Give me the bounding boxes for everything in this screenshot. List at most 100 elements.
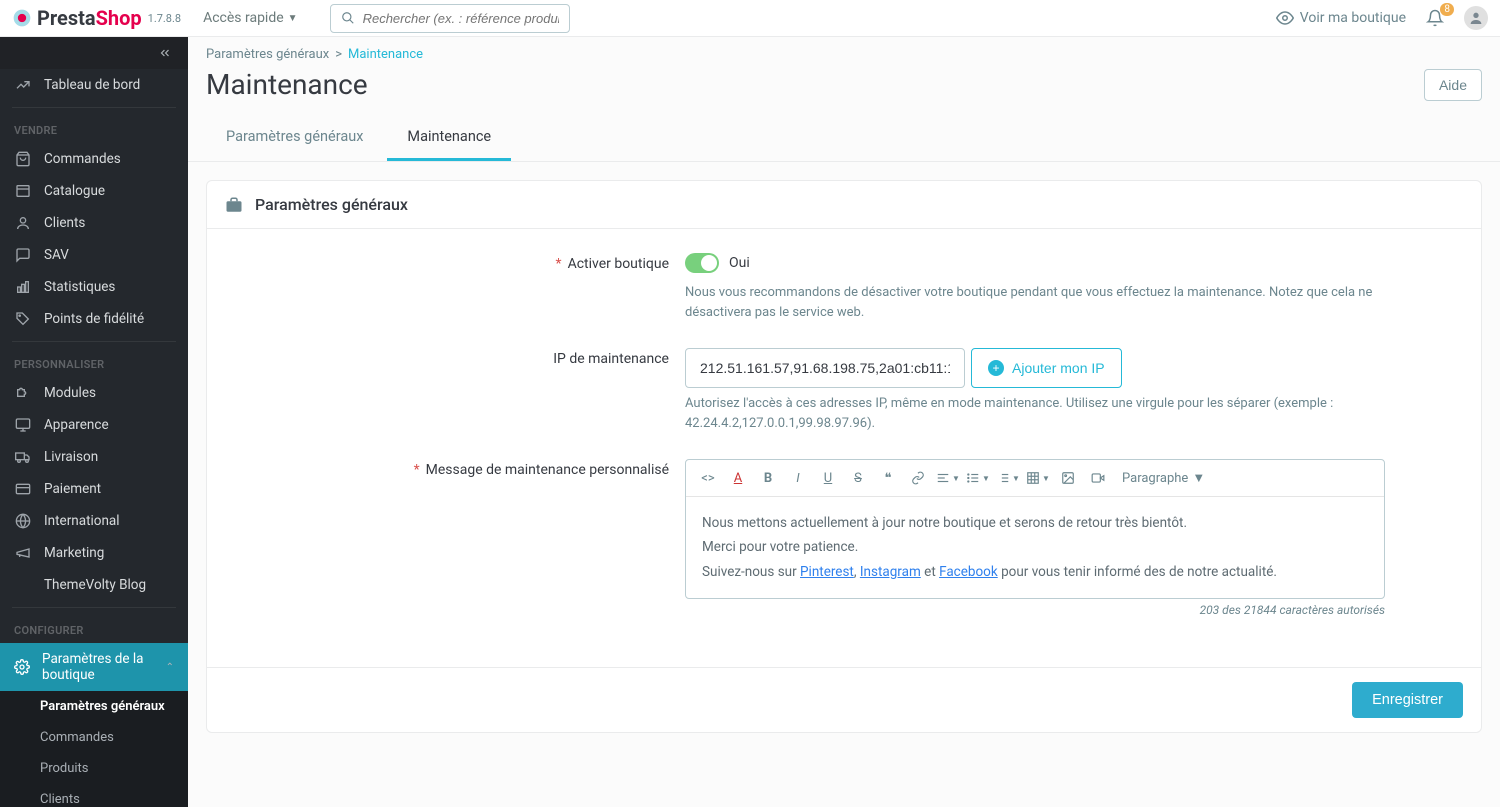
quote-icon[interactable]: ❝ bbox=[876, 466, 900, 490]
align-icon[interactable]: ▼ bbox=[936, 466, 960, 490]
view-shop-label: Voir ma boutique bbox=[1300, 10, 1406, 26]
view-shop-link[interactable]: Voir ma boutique bbox=[1276, 9, 1406, 27]
breadcrumb-sep: > bbox=[335, 47, 342, 62]
eye-icon bbox=[1276, 9, 1294, 27]
sidebar-item-marketing[interactable]: Marketing bbox=[0, 537, 188, 569]
save-button[interactable]: Enregistrer bbox=[1352, 682, 1463, 718]
brand-logo[interactable]: PrestaShop bbox=[12, 6, 142, 30]
search-input[interactable] bbox=[363, 11, 559, 26]
underline-icon[interactable]: U bbox=[816, 466, 840, 490]
msg-line1: Nous mettons actuellement à jour notre b… bbox=[702, 511, 1368, 535]
avatar-icon bbox=[1468, 10, 1484, 26]
monitor-icon bbox=[14, 417, 32, 433]
sidebar-label: International bbox=[44, 513, 120, 529]
notifications-button[interactable]: 8 bbox=[1426, 9, 1444, 27]
sidebar-label: Livraison bbox=[44, 449, 98, 465]
row-maintenance-ip: IP de maintenance + Ajouter mon IP Autor… bbox=[225, 348, 1463, 433]
add-ip-label: Ajouter mon IP bbox=[1012, 360, 1105, 376]
msg-line3: Suivez-nous sur Pinterest, Instagram et … bbox=[702, 560, 1368, 584]
sidebar-label: Apparence bbox=[44, 417, 109, 433]
strike-icon[interactable]: S bbox=[846, 466, 870, 490]
sidebar-item-sav[interactable]: SAV bbox=[0, 239, 188, 271]
sidebar-item-clients[interactable]: Clients bbox=[0, 207, 188, 239]
code-icon[interactable]: <> bbox=[696, 466, 720, 490]
sidebar-group-config: CONFIGURER bbox=[0, 614, 188, 643]
text-color-icon[interactable]: A bbox=[726, 466, 750, 490]
panel-header: Paramètres généraux bbox=[207, 181, 1481, 229]
link-instagram[interactable]: Instagram bbox=[860, 564, 921, 580]
toggle-state-label: Oui bbox=[729, 255, 750, 271]
editor-toolbar: <> A B I U S ❝ ▼ ▼ ▼ ▼ bbox=[686, 460, 1384, 497]
italic-icon[interactable]: I bbox=[786, 466, 810, 490]
settings-panel: Paramètres généraux * Activer boutique Ou… bbox=[206, 180, 1482, 733]
catalog-icon bbox=[14, 183, 32, 199]
stats-icon bbox=[14, 279, 32, 295]
panel-title: Paramètres généraux bbox=[255, 195, 408, 214]
panel-body: * Activer boutique Oui Nous vous recomman… bbox=[207, 229, 1481, 667]
sidebar-sub-general[interactable]: Paramètres généraux bbox=[0, 691, 188, 722]
sidebar-label: Marketing bbox=[44, 545, 104, 561]
megaphone-icon bbox=[14, 545, 32, 561]
sidebar-sub-orders[interactable]: Commandes bbox=[0, 722, 188, 753]
bold-icon[interactable]: B bbox=[756, 466, 780, 490]
sidebar-sub-products[interactable]: Produits bbox=[0, 753, 188, 784]
search-box[interactable] bbox=[330, 4, 570, 33]
sidebar-item-dashboard[interactable]: Tableau de bord bbox=[0, 69, 188, 101]
paragraph-selector[interactable]: Paragraphe▼ bbox=[1116, 470, 1211, 486]
chat-icon bbox=[14, 247, 32, 263]
top-right: Voir ma boutique 8 bbox=[1276, 6, 1488, 30]
sidebar-sub-clients[interactable]: Clients bbox=[0, 784, 188, 807]
quick-access-menu[interactable]: Accès rapide ▼ bbox=[203, 10, 298, 26]
maintenance-ip-input[interactable] bbox=[685, 348, 965, 388]
tag-icon bbox=[14, 311, 32, 327]
sidebar-item-themevolty[interactable]: ThemeVolty Blog bbox=[0, 569, 188, 601]
rich-text-editor: <> A B I U S ❝ ▼ ▼ ▼ ▼ bbox=[685, 459, 1385, 599]
sidebar-item-shop-params[interactable]: Paramètres de la boutique ⌃ bbox=[0, 643, 188, 691]
sidebar-label: Points de fidélité bbox=[44, 311, 144, 327]
image-icon[interactable] bbox=[1056, 466, 1080, 490]
label-maintenance-ip: IP de maintenance bbox=[553, 351, 669, 367]
label-enable-shop: Activer boutique bbox=[568, 256, 669, 272]
tab-general[interactable]: Paramètres généraux bbox=[206, 115, 383, 161]
msg-line2: Merci pour votre patience. bbox=[702, 535, 1368, 559]
collapse-sidebar-button[interactable] bbox=[0, 37, 188, 69]
sidebar-item-delivery[interactable]: Livraison bbox=[0, 441, 188, 473]
sidebar-label: Catalogue bbox=[44, 183, 105, 199]
chevron-left-icon bbox=[158, 46, 172, 60]
toggle-enable-shop[interactable] bbox=[685, 253, 719, 273]
required-mark: * bbox=[556, 256, 562, 272]
video-icon[interactable] bbox=[1086, 466, 1110, 490]
sidebar-item-payment[interactable]: Paiement bbox=[0, 473, 188, 505]
sidebar-item-orders[interactable]: Commandes bbox=[0, 143, 188, 175]
sidebar-item-appearance[interactable]: Apparence bbox=[0, 409, 188, 441]
sidebar-item-modules[interactable]: Modules bbox=[0, 377, 188, 409]
sidebar-item-catalog[interactable]: Catalogue bbox=[0, 175, 188, 207]
help-button[interactable]: Aide bbox=[1424, 69, 1482, 101]
editor-content[interactable]: Nous mettons actuellement à jour notre b… bbox=[686, 497, 1384, 598]
page-title: Maintenance bbox=[206, 68, 368, 101]
sidebar-label: Statistiques bbox=[44, 279, 115, 295]
sidebar-item-loyalty[interactable]: Points de fidélité bbox=[0, 303, 188, 335]
label-message: Message de maintenance personnalisé bbox=[426, 462, 669, 478]
sidebar-item-international[interactable]: International bbox=[0, 505, 188, 537]
help-enable-shop: Nous vous recommandons de désactiver vot… bbox=[685, 283, 1385, 322]
sidebar-group-perso: PERSONNALISER bbox=[0, 348, 188, 377]
ordered-list-icon[interactable]: ▼ bbox=[996, 466, 1020, 490]
bullet-list-icon[interactable]: ▼ bbox=[966, 466, 990, 490]
sidebar-label: ThemeVolty Blog bbox=[44, 577, 146, 593]
link-icon[interactable] bbox=[906, 466, 930, 490]
breadcrumb-maintenance[interactable]: Maintenance bbox=[348, 47, 423, 62]
tabs: Paramètres généraux Maintenance bbox=[188, 115, 1500, 162]
sidebar-item-stats[interactable]: Statistiques bbox=[0, 271, 188, 303]
link-pinterest[interactable]: Pinterest bbox=[800, 564, 854, 580]
user-icon bbox=[14, 215, 32, 231]
breadcrumb-general[interactable]: Paramètres généraux bbox=[206, 47, 329, 62]
add-my-ip-button[interactable]: + Ajouter mon IP bbox=[971, 348, 1122, 388]
account-menu[interactable] bbox=[1464, 6, 1488, 30]
briefcase-icon bbox=[225, 196, 243, 214]
search-icon bbox=[341, 11, 355, 25]
tab-maintenance[interactable]: Maintenance bbox=[387, 115, 511, 161]
table-icon[interactable]: ▼ bbox=[1026, 466, 1050, 490]
link-facebook[interactable]: Facebook bbox=[939, 564, 998, 580]
sidebar-label: Tableau de bord bbox=[44, 77, 140, 93]
